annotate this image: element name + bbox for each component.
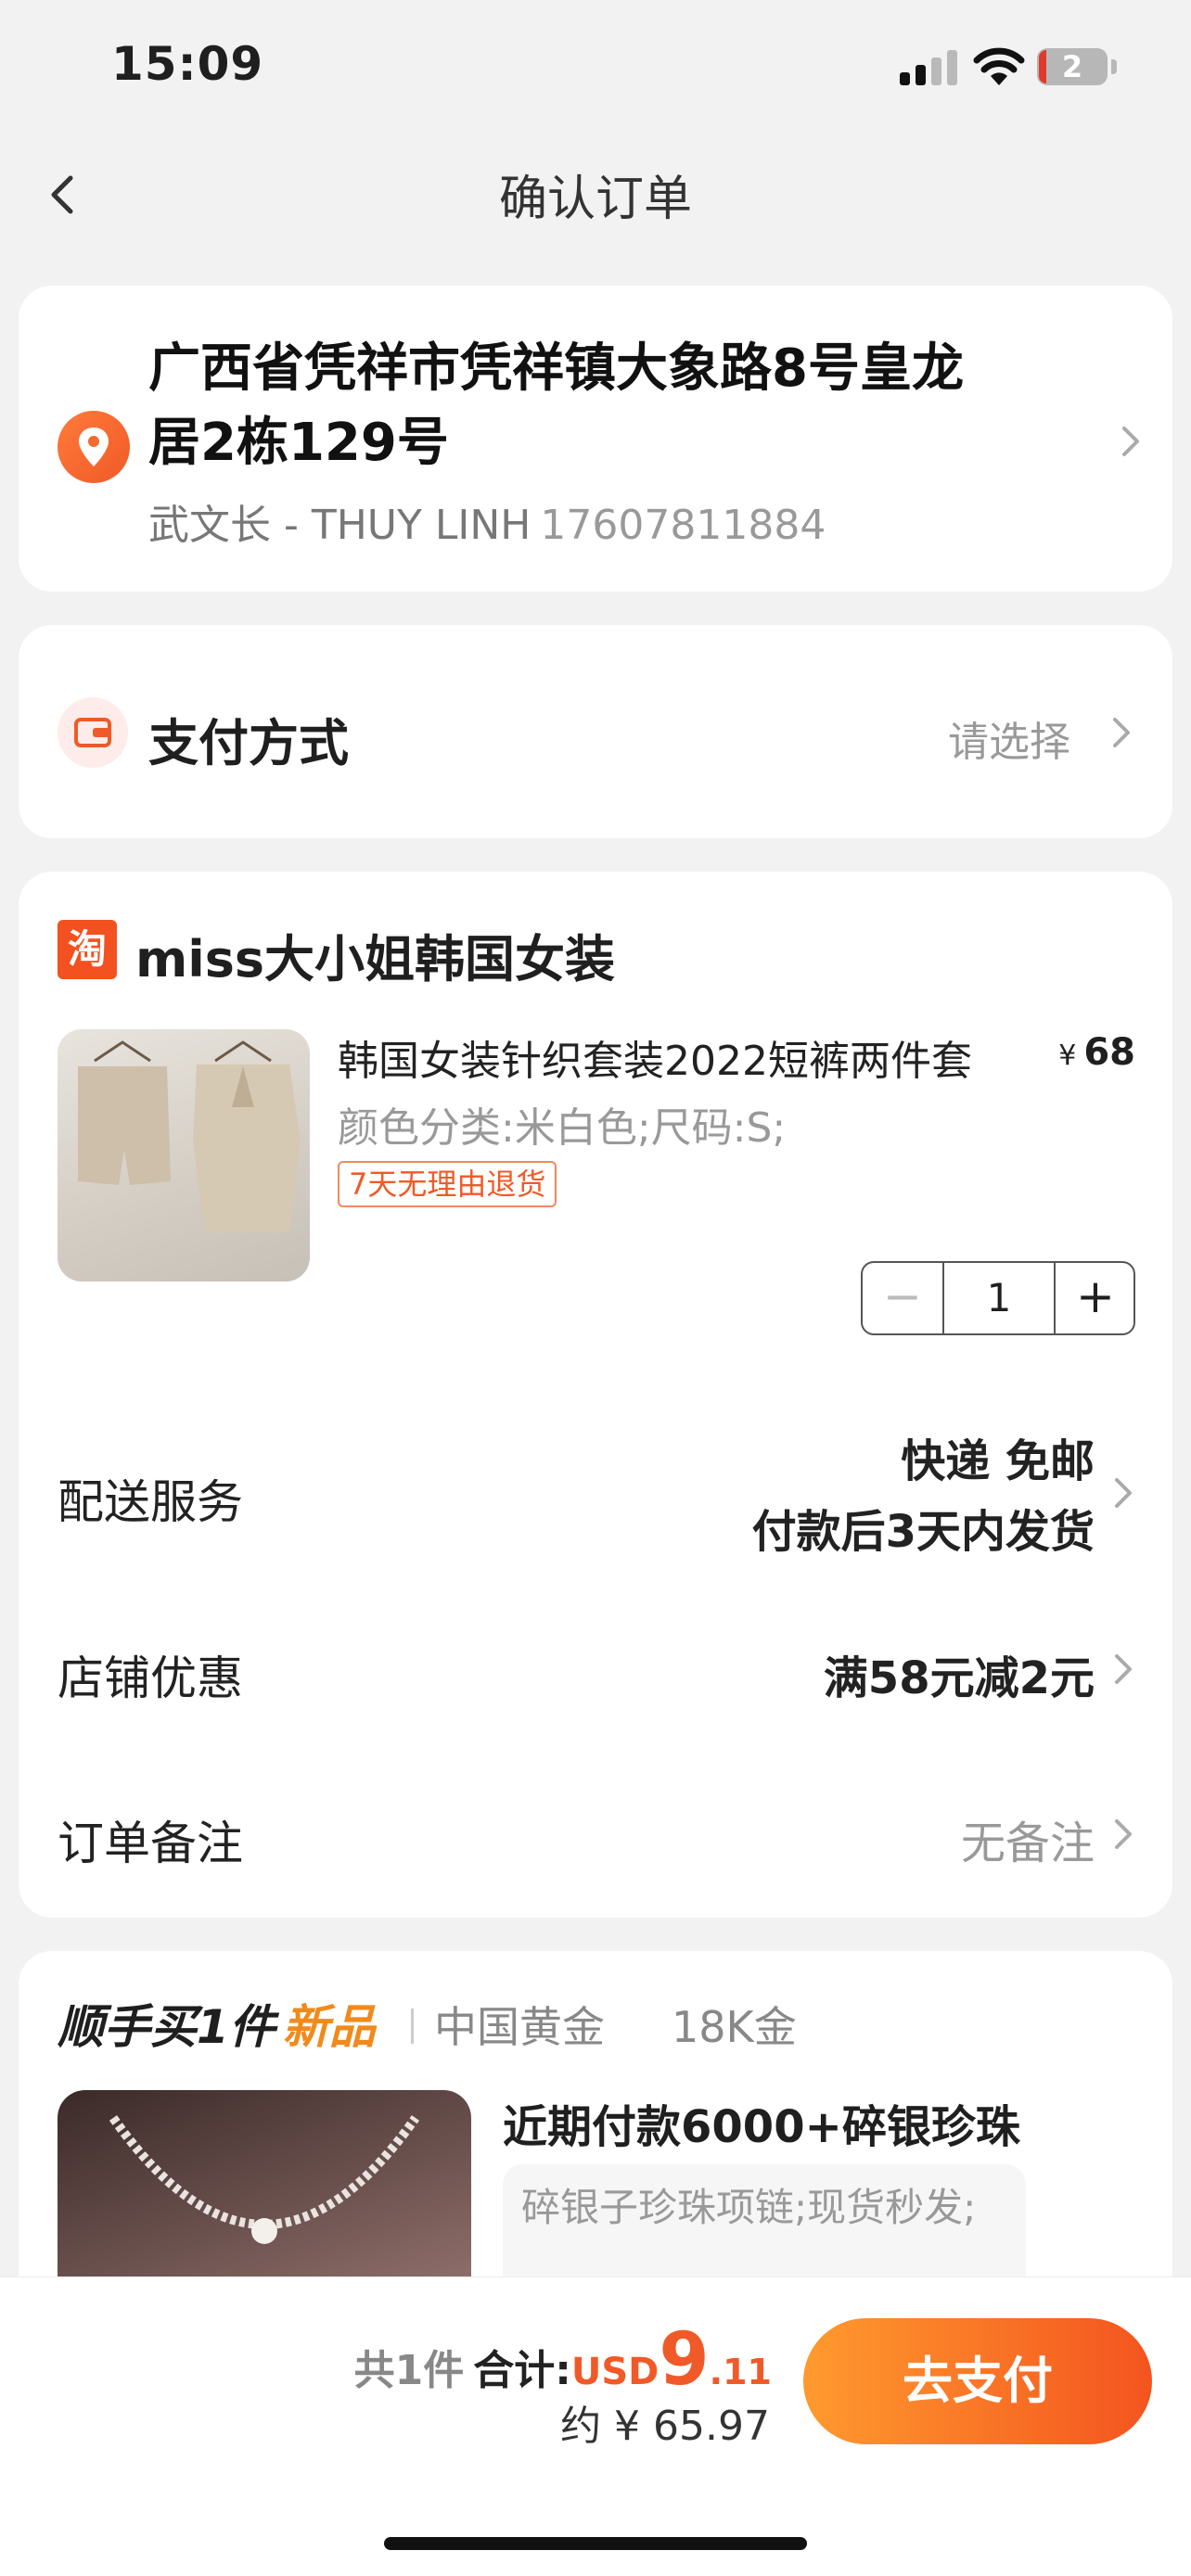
payment-value: 请选择 [948,719,1070,766]
recommended-product-title[interactable]: 近期付款6000+碎银珍珠 [503,2090,1020,2155]
chevron-right-icon [1111,1474,1135,1511]
status-bar: 15:09 2 [0,0,1191,139]
note-label: 订单备注 [58,1817,243,1870]
shop-name[interactable]: miss大小姐韩国女装 [135,918,615,991]
return-policy-badge: 7天无理由退货 [338,1161,557,1207]
price-symbol: ¥ [1058,1039,1077,1072]
page-title: 确认订单 [498,172,692,227]
increase-quantity-button[interactable]: + [1056,1263,1135,1333]
quantity-stepper: − 1 + [861,1261,1135,1335]
discount-value: 满58元减2元 [823,1652,1095,1704]
product-price: ¥68 [1058,1031,1135,1074]
address-line-1: 广西省凭祥市凭祥镇大象路8号皇龙 [148,338,964,399]
order-total: 共1件 合计:USD9.11 [354,2318,772,2402]
taobao-logo: 淘 [58,920,117,979]
recommendation-tag[interactable]: 中国黄金 [434,1994,605,2055]
address-line-2: 居2栋129号 [148,413,449,473]
cellular-signal-icon [900,50,957,85]
nav-bar: 确认订单 [0,139,1191,250]
pay-button[interactable]: 去支付 [803,2318,1152,2444]
product-spec[interactable]: 颜色分类:米白色;尺码:S; [338,1094,786,1154]
product-title[interactable]: 韩国女装针织套装2022短裤两件套 [338,1027,1080,1087]
recommendation-title: 顺手买1件 [58,2000,275,2054]
delivery-time: 付款后3天内发货 [751,1506,1095,1558]
total-amount-integer: 9 [659,2318,710,2402]
battery-level: 2 [1061,49,1083,84]
total-currency: USD [570,2351,660,2393]
chevron-right-icon [1119,423,1143,460]
product-image[interactable] [58,1029,310,1282]
note-value: 无备注 [960,1817,1095,1869]
order-card: 淘 miss大小姐韩国女装 韩国女装针织套装2022短裤两件套 ¥68 颜色分类… [19,872,1172,1918]
delivery-method: 快递 免邮 [901,1435,1095,1487]
quantity-value[interactable]: 1 [944,1263,1054,1333]
recommendation-heading: 顺手买1件 新品 [58,1990,376,2057]
payment-label: 支付方式 [148,714,349,772]
address-text: 广西省凭祥市凭祥镇大象路8号皇龙 居2栋129号 [148,332,1039,480]
address-card[interactable]: 广西省凭祥市凭祥镇大象路8号皇龙 居2栋129号 武文长 - THUY LINH… [19,286,1172,592]
new-badge: 新品 [282,2000,376,2054]
total-amount-decimal: .11 [709,2352,772,2392]
confirm-order-page: 15:09 2 确认订单 广西省凭祥市凭祥镇大象路8号皇龙 居2栋129号 武文… [0,0,1191,2576]
price-value: 68 [1083,1031,1135,1074]
recommendation-tag[interactable]: 18K金 [672,1994,797,2055]
approx-cny-total: 约 ¥ 65.97 [560,2403,770,2450]
wifi-icon [972,46,1026,87]
contact-phone: 17607811884 [540,502,826,549]
item-count: 共1件 [353,2347,465,2394]
address-contact: 武文长 - THUY LINH 17607811884 [148,491,826,551]
total-label: 合计: [473,2347,571,2394]
contact-name: 武文长 - THUY LINH [148,502,531,549]
status-time: 15:09 [111,37,264,91]
battery-icon: 2 [1037,48,1108,85]
location-pin-icon [58,411,130,483]
home-indicator[interactable] [384,2537,807,2550]
checkout-bar: 共1件 合计:USD9.11 约 ¥ 65.97 去支付 [0,2276,1191,2576]
discount-label: 店铺优惠 [58,1651,243,1705]
chevron-right-icon [1111,1816,1135,1853]
payment-method-row[interactable]: 支付方式 请选择 [19,625,1172,838]
decrease-quantity-button[interactable]: − [863,1263,942,1333]
chevron-right-icon [1109,714,1133,751]
battery-tip [1111,59,1117,74]
wallet-icon [58,697,128,768]
chevron-right-icon [1111,1651,1135,1688]
divider [411,2009,414,2044]
delivery-label: 配送服务 [58,1475,243,1529]
